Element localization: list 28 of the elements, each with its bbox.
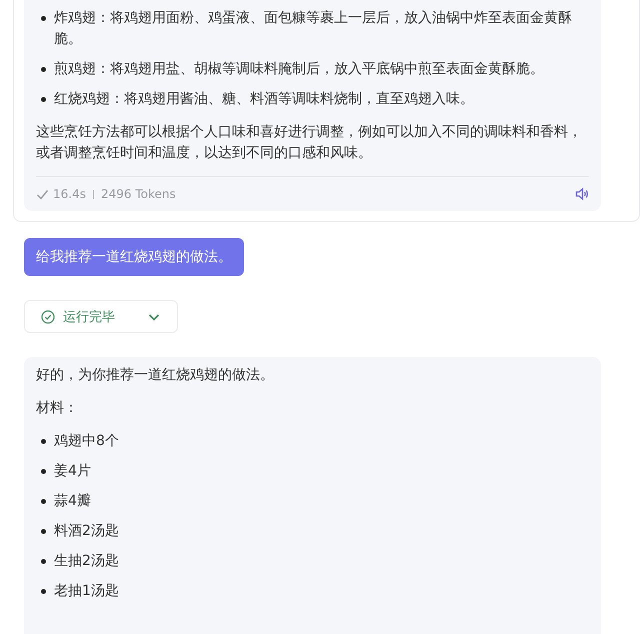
bullet-icon [41,499,46,504]
bullet-icon [41,67,46,72]
list-item-text: 煎鸡翅：将鸡翅用盐、胡椒等调味料腌制后，放入平底锅中煎至表面金黄酥脆。 [54,60,545,79]
speaker-icon[interactable] [575,187,589,201]
list-item-text: 料酒2汤匙 [54,522,120,541]
bullet-icon [41,16,46,21]
bullet-icon [41,589,46,594]
check-circle-icon [41,310,55,324]
list-item-text: 红烧鸡翅：将鸡翅用酱油、糖、料酒等调味料烧制，直至鸡翅入味。 [54,90,475,109]
user-message: 给我推荐一道红烧鸡翅的做法。 [24,238,244,276]
token-count: 2496 Tokens [100,187,176,201]
reply-text: 这些烹饪方法都可以根据个人口味和喜好进行调整，例如可以加入不同的调味料和香料，或者调整烹饪时间和温度，以达到不同的口感和风味。 [36,123,583,163]
bullet-icon [41,439,46,444]
list-item-text: 蒜4瓣 [54,492,92,511]
list-item-text: 姜4片 [54,462,92,481]
list-item-text: 生抽2汤匙 [54,552,120,571]
bullet-icon [41,469,46,474]
list-item-text: 炸鸡翅：将鸡翅用面粉、鸡蛋液、面包糠等裹上一层后，放入油锅中炸至表面金黄酥脆。 [54,9,573,49]
list-item-text: 鸡翅中8个 [54,432,120,451]
duration-text: 16.4s [53,187,86,201]
bullet-icon [41,559,46,564]
reply-text: 好的，为你推荐一道红烧鸡翅的做法。 [36,366,275,385]
status-dropdown[interactable]: 运行完毕 [24,300,178,333]
reply-text: 材料： [36,399,79,418]
list-item-text: 老抽1汤匙 [54,582,120,601]
bullet-icon [41,97,46,102]
check-icon [36,188,49,200]
bullet-icon [41,529,46,534]
